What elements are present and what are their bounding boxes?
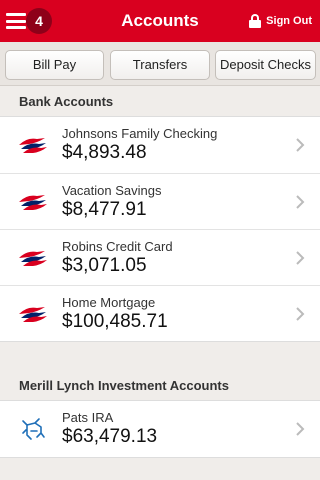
bank-accounts-list: Johnsons Family Checking $4,893.48 Vacat… — [0, 116, 320, 342]
bank-flag-logo-icon — [19, 251, 47, 266]
bill-pay-button[interactable]: Bill Pay — [5, 50, 104, 80]
account-name: Robins Credit Card — [62, 239, 173, 254]
bull-logo-icon — [22, 418, 45, 440]
bank-flag-logo-icon — [19, 195, 47, 210]
chevron-right-icon — [296, 195, 305, 209]
account-name: Vacation Savings — [62, 183, 162, 198]
section-header-bank-accounts: Bank Accounts — [19, 94, 114, 109]
menu-button[interactable]: 4 — [4, 5, 52, 37]
account-row[interactable]: Vacation Savings $8,477.91 — [0, 173, 320, 229]
account-row[interactable]: Pats IRA $63,479.13 — [0, 401, 320, 457]
chevron-right-icon — [296, 138, 305, 152]
bank-flag-logo-icon — [19, 307, 47, 322]
account-name: Johnsons Family Checking — [62, 126, 218, 141]
chevron-right-icon — [296, 422, 305, 436]
account-row[interactable]: Johnsons Family Checking $4,893.48 — [0, 117, 320, 173]
account-row[interactable]: Home Mortgage $100,485.71 — [0, 285, 320, 341]
account-name: Home Mortgage — [62, 295, 156, 310]
hamburger-icon — [6, 13, 26, 29]
section-header-investment-accounts: Merill Lynch Investment Accounts — [19, 378, 229, 393]
chevron-right-icon — [296, 251, 305, 265]
lock-icon — [249, 14, 262, 28]
account-balance: $4,893.48 — [62, 142, 147, 163]
account-name: Pats IRA — [62, 410, 114, 425]
notification-badge: 4 — [26, 8, 52, 34]
quick-actions-bar: Bill Pay Transfers Deposit Checks — [0, 42, 320, 86]
chevron-right-icon — [296, 307, 305, 321]
account-balance: $3,071.05 — [62, 255, 147, 276]
top-bar: 4 Accounts Sign Out — [0, 0, 320, 42]
transfers-button[interactable]: Transfers — [110, 50, 210, 80]
investment-accounts-list: Pats IRA $63,479.13 — [0, 400, 320, 458]
account-balance: $8,477.91 — [62, 199, 147, 220]
account-balance: $100,485.71 — [62, 311, 168, 332]
sign-out-button[interactable]: Sign Out — [249, 0, 312, 42]
deposit-checks-button[interactable]: Deposit Checks — [215, 50, 316, 80]
account-row[interactable]: Robins Credit Card $3,071.05 — [0, 229, 320, 285]
sign-out-label: Sign Out — [266, 15, 312, 27]
account-balance: $63,479.13 — [62, 426, 158, 447]
bank-flag-logo-icon — [19, 138, 47, 153]
